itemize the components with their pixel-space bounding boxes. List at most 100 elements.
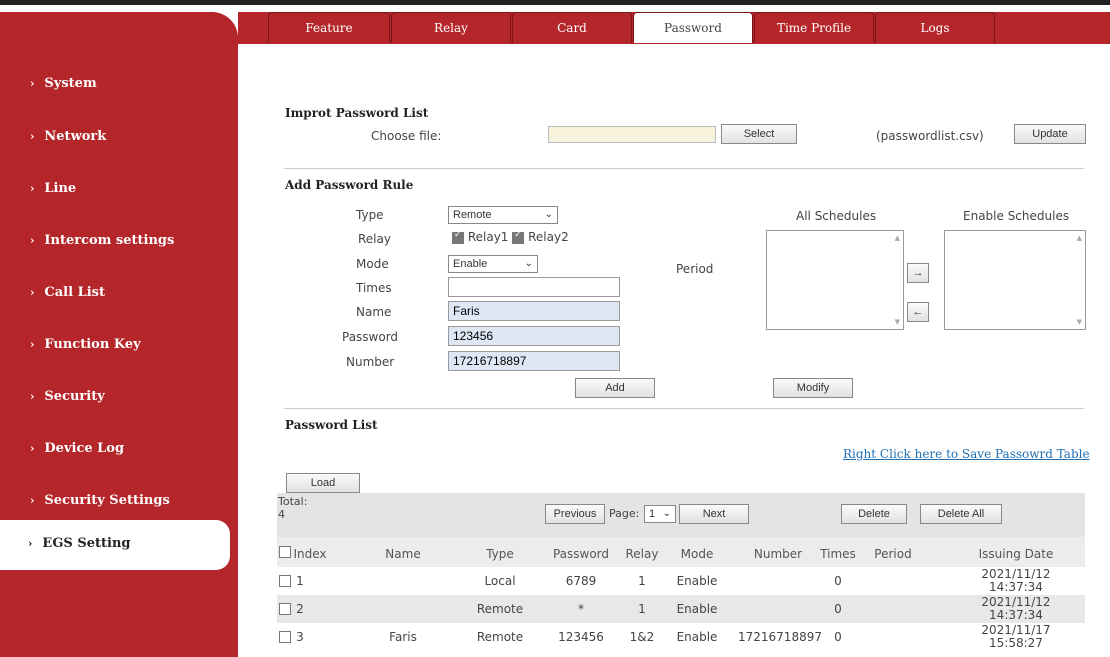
chevron-right-icon: ›	[30, 77, 35, 90]
delete-button[interactable]: Delete	[841, 504, 907, 524]
page-label: Page:	[609, 507, 640, 520]
chevron-down-icon: ⌄	[662, 508, 671, 519]
next-button[interactable]: Next	[679, 504, 749, 524]
enable-schedules-listbox[interactable]: ▲ ▼	[944, 230, 1086, 330]
file-path-input[interactable]	[548, 126, 716, 143]
col-password: Password	[552, 547, 610, 561]
save-table-link[interactable]: Right Click here to Save Passowrd Table	[843, 447, 1090, 461]
move-right-button[interactable]: →	[907, 263, 929, 283]
sidebar-item-device-log[interactable]: › Device Log	[30, 441, 124, 456]
col-type: Type	[486, 547, 514, 561]
move-left-button[interactable]: ←	[907, 302, 929, 322]
tab-relay[interactable]: Relay	[391, 12, 511, 43]
delete-all-button[interactable]: Delete All	[920, 504, 1002, 524]
chevron-down-icon: ⌄	[524, 258, 533, 269]
tab-feature[interactable]: Feature	[268, 12, 390, 43]
sidebar-item-intercom-settings[interactable]: › Intercom settings	[30, 233, 174, 248]
chevron-right-icon: ›	[28, 537, 33, 550]
file-hint: (passwordlist.csv)	[876, 129, 984, 143]
sidebar-item-label: Call List	[44, 285, 105, 300]
sidebar-item-label: Network	[44, 129, 107, 144]
sidebar-item-label: Security Settings	[44, 493, 170, 508]
page-select[interactable]: 1 ⌄	[644, 505, 676, 523]
sidebar-item-call-list[interactable]: › Call List	[30, 285, 105, 300]
col-issuing-date: Issuing Date	[978, 547, 1054, 561]
tab-time-profile[interactable]: Time Profile	[754, 12, 874, 43]
sidebar-item-security-settings[interactable]: › Security Settings	[30, 493, 170, 508]
sidebar-item-system[interactable]: › System	[30, 76, 97, 91]
all-schedules-listbox[interactable]: ▲ ▼	[766, 230, 904, 330]
select-button[interactable]: Select	[721, 124, 797, 144]
scroll-down-icon[interactable]: ▼	[1077, 318, 1082, 326]
previous-button[interactable]: Previous	[545, 504, 605, 524]
name-input[interactable]: Faris	[448, 301, 620, 321]
col-number: Number	[753, 547, 803, 561]
sidebar-item-network[interactable]: › Network	[30, 129, 106, 144]
cell-relay: 1	[638, 602, 646, 616]
cell-index: 3	[296, 630, 304, 644]
mode-select-value: Enable	[453, 258, 488, 270]
cell-index: 2	[296, 602, 304, 616]
cell-times: 0	[834, 630, 842, 644]
col-name: Name	[385, 547, 421, 561]
cell-password: 123456	[558, 630, 604, 644]
col-times: Times	[820, 547, 856, 561]
password-input[interactable]: 123456	[448, 326, 620, 346]
cell-issuing-date: 2021/11/17 15:58:27	[966, 624, 1066, 650]
cell-date: 2021/11/12	[981, 567, 1051, 581]
cell-time: 14:37:34	[989, 580, 1043, 594]
tab-logs[interactable]: Logs	[875, 12, 995, 43]
add-rule-section-title: Add Password Rule	[285, 178, 414, 192]
cell-times: 0	[834, 602, 842, 616]
number-input[interactable]: 17216718897	[448, 351, 620, 371]
import-section-title: Improt Password List	[285, 106, 429, 120]
chevron-right-icon: ›	[30, 494, 35, 507]
chevron-right-icon: ›	[30, 182, 35, 195]
divider	[284, 168, 1084, 169]
cell-times: 0	[834, 574, 842, 588]
sidebar-item-security[interactable]: › Security	[30, 389, 105, 404]
relay1-checkbox[interactable]	[452, 230, 464, 244]
modify-button[interactable]: Modify	[773, 378, 853, 398]
sidebar-item-line[interactable]: › Line	[30, 181, 76, 196]
sidebar-item-label: Intercom settings	[44, 233, 175, 248]
type-select[interactable]: Remote ⌄	[448, 206, 558, 224]
scroll-up-icon[interactable]: ▲	[1077, 234, 1082, 242]
choose-file-label: Choose file:	[371, 129, 442, 143]
cell-password: *	[578, 602, 584, 616]
enable-schedules-label: Enable Schedules	[963, 209, 1070, 223]
cell-time: 15:58:27	[989, 636, 1043, 650]
sidebar-item-function-key[interactable]: › Function Key	[30, 337, 141, 352]
page-select-value: 1	[649, 508, 656, 520]
cell-date: 2021/11/17	[981, 623, 1051, 637]
sidebar-item-label: Line	[44, 181, 77, 196]
cell-issuing-date: 2021/11/12 14:37:34	[966, 596, 1066, 622]
update-button[interactable]: Update	[1014, 124, 1086, 144]
tab-password[interactable]: Password	[633, 12, 753, 43]
chevron-right-icon: ›	[30, 390, 35, 403]
tab-card[interactable]: Card	[512, 12, 632, 43]
chevron-right-icon: ›	[30, 130, 35, 143]
main-content: Improt Password List Choose file: Select…	[238, 44, 1110, 657]
cell-time: 14:37:34	[989, 608, 1043, 622]
load-button[interactable]: Load	[286, 473, 360, 493]
cell-mode: Enable	[676, 574, 718, 588]
chevron-right-icon: ›	[30, 234, 35, 247]
sidebar-item-label: Device Log	[44, 441, 125, 456]
relay2-checkbox[interactable]	[512, 230, 525, 244]
cell-relay: 1	[638, 574, 646, 588]
chevron-down-icon: ⌄	[544, 209, 553, 220]
sidebar-item-egs-setting[interactable]: › EGS Setting	[0, 520, 230, 570]
mode-select[interactable]: Enable ⌄	[448, 255, 538, 273]
scroll-up-icon[interactable]: ▲	[895, 234, 900, 242]
add-button[interactable]: Add	[575, 378, 655, 398]
scroll-down-icon[interactable]: ▼	[895, 318, 900, 326]
cell-mode: Enable	[676, 630, 718, 644]
times-input[interactable]	[448, 277, 620, 297]
sidebar: › System › Network › Line › Intercom setting…	[0, 12, 238, 657]
sidebar-item-label: Security	[44, 389, 105, 404]
sidebar-item-label: System	[44, 76, 97, 91]
relay2-label: Relay2	[528, 230, 569, 244]
cell-name: Faris	[389, 630, 417, 644]
password-list-title: Password List	[285, 418, 378, 432]
